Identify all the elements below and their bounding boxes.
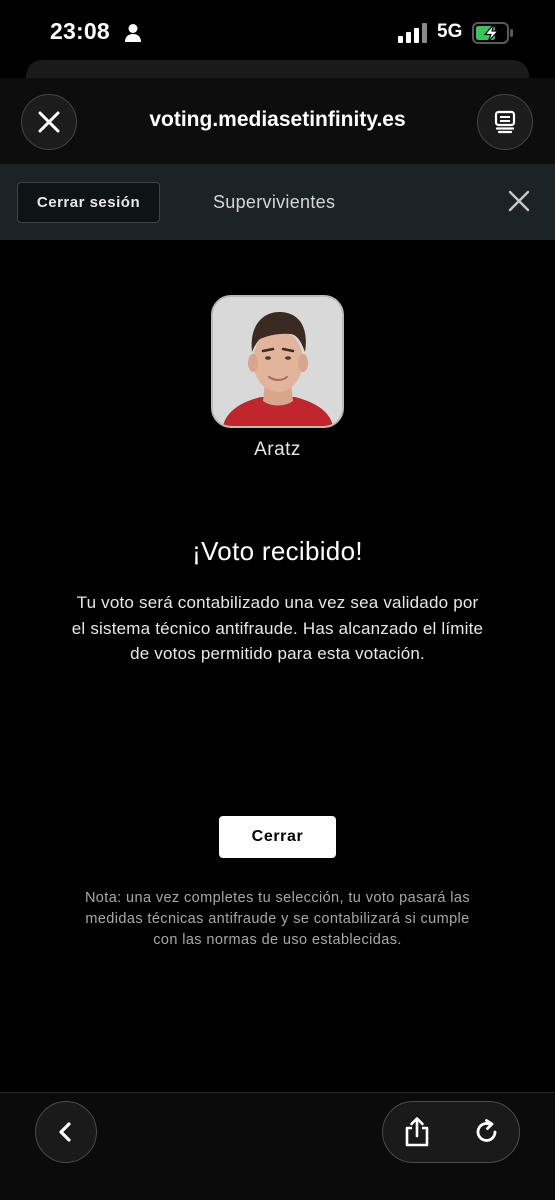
reload-button[interactable] [468, 1113, 506, 1151]
close-icon[interactable] [507, 189, 531, 213]
candidate-name: Aratz [254, 439, 301, 460]
network-label: 5G [437, 21, 463, 42]
share-icon [405, 1117, 429, 1147]
back-button[interactable] [35, 1101, 97, 1163]
close-icon [38, 111, 60, 133]
tabs-icon [494, 110, 516, 134]
close-browser-button[interactable] [21, 94, 77, 150]
reload-icon [476, 1119, 497, 1142]
person-icon [125, 24, 141, 42]
browser-header: voting.mediasetinfinity.es [0, 78, 555, 164]
vote-received-message: Tu voto será contabilizado una vez sea v… [71, 593, 484, 663]
share-button[interactable] [398, 1113, 436, 1151]
status-time: 23:08 [50, 18, 110, 44]
toolbar-title: Supervivientes [213, 192, 336, 212]
close-button[interactable]: Cerrar [219, 816, 336, 858]
app-toolbar: Cerrar sesión Supervivientes [0, 164, 555, 240]
signal-icon [398, 23, 427, 43]
logout-button[interactable]: Cerrar sesión [17, 182, 160, 223]
tabs-button[interactable] [477, 94, 533, 150]
status-bar: 23:08 5G [0, 0, 555, 62]
url-title: voting.mediasetinfinity.es [149, 108, 406, 131]
back-chevron-icon [59, 1122, 71, 1142]
candidate-photo [211, 295, 344, 428]
note-text: Nota: una vez completes tu selección, tu… [84, 890, 471, 948]
vote-received-title: ¡Voto recibido! [192, 536, 363, 566]
battery-charging-icon [472, 22, 513, 44]
